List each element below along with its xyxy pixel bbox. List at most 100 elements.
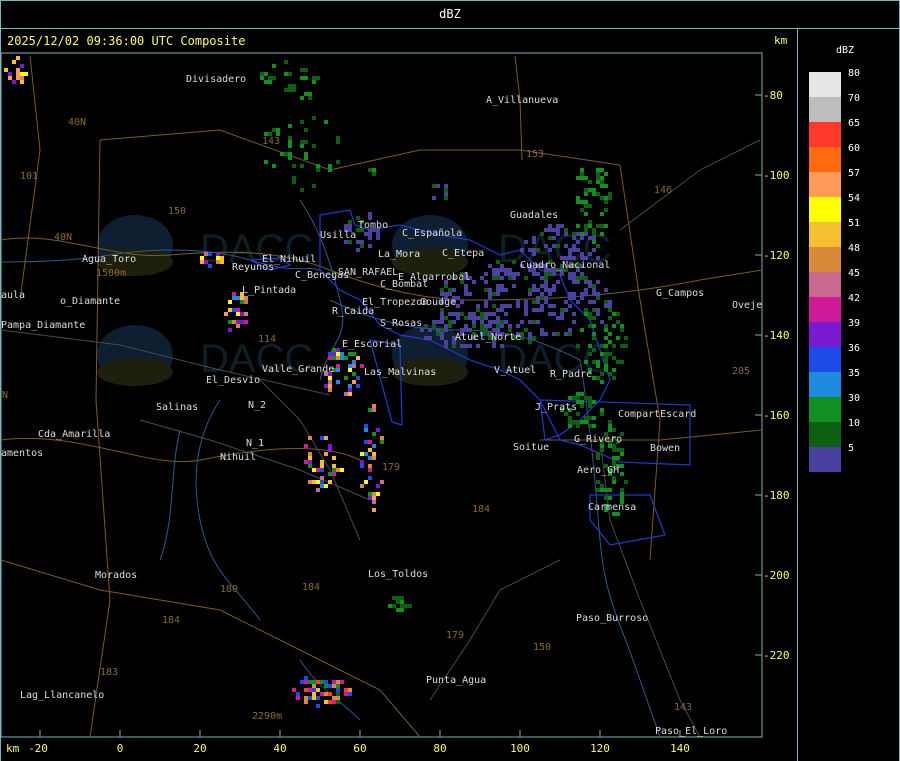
echo-cell: [552, 304, 556, 308]
echo-cell: [332, 356, 336, 360]
place-label: Valle_Grande: [262, 364, 334, 375]
echo-cell: [264, 160, 268, 164]
echo-cell: [524, 300, 528, 304]
legend-swatch: [809, 322, 841, 347]
echo-cell: [220, 260, 224, 264]
echo-cell: [568, 304, 572, 308]
legend-label: 42: [848, 293, 861, 304]
svg-text:179: 179: [382, 462, 400, 473]
echo-cell: [556, 316, 560, 320]
echo-cell: [272, 64, 276, 68]
echo-cell: [528, 292, 532, 296]
echo-cell: [344, 224, 348, 228]
echo-cell: [484, 316, 488, 320]
echo-cell: [592, 300, 596, 304]
echo-cell: [232, 292, 236, 296]
echo-cell: [556, 224, 560, 228]
echo-cell: [316, 488, 320, 492]
echo-cell: [328, 164, 332, 168]
echo-cell: [572, 292, 576, 296]
echo-cell: [508, 324, 512, 328]
echo-cell: [608, 316, 612, 320]
echo-cell: [536, 300, 540, 304]
echo-cell: [592, 228, 596, 232]
echo-cell: [236, 308, 240, 312]
echo-cell: [304, 156, 308, 160]
echo-cell: [544, 228, 548, 232]
y-axis-unit: km: [774, 34, 788, 47]
legend-label: 54: [848, 193, 861, 204]
echo-cell: [528, 340, 532, 344]
echo-cell: [432, 324, 436, 328]
x-tick-label: 60: [353, 742, 367, 755]
echo-cell: [16, 68, 20, 72]
echo-cell: [444, 344, 448, 348]
echo-cell: [580, 176, 584, 180]
echo-cell: [240, 320, 244, 324]
echo-cell: [228, 308, 232, 312]
echo-cell: [604, 300, 608, 304]
echo-cell: [600, 180, 604, 184]
echo-cell: [604, 360, 608, 364]
plot-frame: [0, 52, 763, 738]
echo-cell: [548, 224, 552, 228]
echo-cell: [356, 248, 360, 252]
echo-cell: [316, 704, 320, 708]
echo-cell: [232, 296, 236, 300]
echo-cell: [500, 284, 504, 288]
place-label: L_Pintada: [242, 285, 296, 296]
echo-cell: [600, 224, 604, 228]
svg-text:150: 150: [533, 642, 551, 653]
echo-cell: [588, 204, 592, 208]
echo-cell: [616, 312, 620, 316]
echo-cell: [612, 428, 616, 432]
echo-cell: [208, 252, 212, 256]
echo-cell: [548, 248, 552, 252]
echo-cell: [584, 416, 588, 420]
echo-cell: [456, 304, 460, 308]
legend-divider: [797, 28, 798, 761]
echo-cell: [556, 228, 560, 232]
echo-cell: [608, 308, 612, 312]
echo-cell: [612, 460, 616, 464]
echo-cell: [500, 320, 504, 324]
x-tick-label: 80: [433, 742, 447, 755]
legend-swatch: [809, 397, 841, 422]
echo-cell: [564, 332, 568, 336]
echo-cell: [396, 608, 400, 612]
echo-cell: [16, 76, 20, 80]
echo-cell: [344, 692, 348, 696]
echo-cell: [552, 236, 556, 240]
echo-cell: [300, 188, 304, 192]
echo-cell: [444, 196, 448, 200]
echo-cell: [576, 300, 580, 304]
echo-cell: [312, 116, 316, 120]
echo-cell: [324, 484, 328, 488]
echo-cell: [284, 60, 288, 64]
echo-cell: [580, 296, 584, 300]
echo-cell: [288, 144, 292, 148]
echo-cell: [288, 124, 292, 128]
echo-cell: [508, 304, 512, 308]
echo-cell: [588, 396, 592, 400]
echo-cell: [596, 452, 600, 456]
echo-cell: [328, 684, 332, 688]
echo-cell: [424, 324, 428, 328]
echo-cell: [360, 244, 364, 248]
echo-cell: [568, 396, 572, 400]
radar-map[interactable]: DACC DACC DACC DACC Divisadero A_Villanu…: [0, 0, 797, 761]
echo-cell: [320, 484, 324, 488]
echo-cell: [608, 428, 612, 432]
svg-text:2290m: 2290m: [252, 711, 282, 722]
echo-cell: [588, 416, 592, 420]
echo-cell: [556, 332, 560, 336]
echo-cell: [600, 232, 604, 236]
echo-cell: [572, 420, 576, 424]
echo-cell: [504, 304, 508, 308]
echo-cell: [604, 324, 608, 328]
echo-cell: [316, 168, 320, 172]
echo-cell: [552, 332, 556, 336]
echo-cell: [592, 416, 596, 420]
scan-timestamp: 2025/12/02 09:36:00 UTC Composite: [7, 34, 246, 48]
echo-cell: [568, 248, 572, 252]
